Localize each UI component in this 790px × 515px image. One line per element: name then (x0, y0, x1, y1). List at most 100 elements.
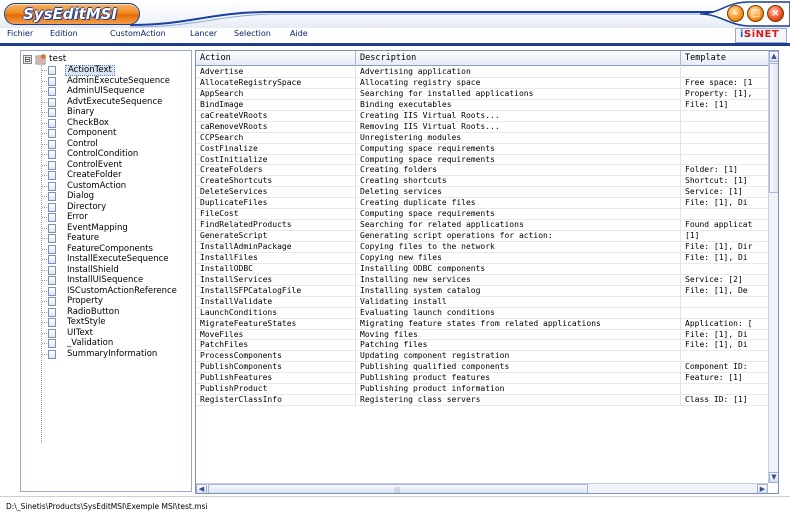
cell-template[interactable]: Free space: [1 (681, 78, 768, 89)
table-row[interactable]: BindImage Binding executables File: [1] (196, 99, 768, 111)
table-row[interactable]: ProcessComponents Updating component regi… (196, 351, 768, 363)
cell-action[interactable]: Advertise (196, 67, 356, 78)
tree-item[interactable]: RadioButton (21, 307, 191, 318)
menu-customaction[interactable]: CustomAction (110, 29, 166, 38)
column-header-description[interactable]: Description (356, 51, 681, 66)
cell-action[interactable]: GenerateScript (196, 231, 356, 242)
cell-description[interactable]: Creating shortcuts (356, 176, 681, 188)
cell-description[interactable]: Copying new files (356, 252, 681, 264)
cell-description[interactable]: Searching for installed applications (356, 88, 681, 100)
cell-template[interactable] (681, 133, 768, 144)
table-row[interactable]: CCPSearch Unregistering modules (196, 132, 768, 144)
tree-item[interactable]: ActionText (21, 65, 191, 76)
horizontal-scrollbar[interactable]: ◀ ||| ▶ (196, 483, 768, 493)
table-row[interactable]: CostInitialize Computing space requiremen… (196, 154, 768, 166)
cell-action[interactable]: InstallServices (196, 274, 356, 286)
cell-action[interactable]: InstallValidate (196, 296, 356, 308)
cell-template[interactable] (681, 264, 768, 275)
cell-template[interactable]: Service: [2] (681, 275, 768, 286)
cell-action[interactable]: PublishComponents (196, 362, 356, 374)
cell-description[interactable]: Creating folders (356, 165, 681, 177)
tree-item[interactable]: Feature (21, 233, 191, 244)
tree-item[interactable]: TextStyle (21, 317, 191, 328)
tree-item[interactable]: ISCustomActionReference (21, 286, 191, 297)
cell-template[interactable]: File: [1], Di (681, 198, 768, 209)
cell-action[interactable]: CCPSearch (196, 132, 356, 144)
cell-action[interactable]: FileCost (196, 209, 356, 221)
cell-action[interactable]: AppSearch (196, 88, 356, 100)
tree-item[interactable]: Error (21, 212, 191, 223)
tree-item[interactable]: CustomAction (21, 181, 191, 192)
cell-description[interactable]: Searching for related applications (356, 220, 681, 232)
table-row[interactable]: Advertise Advertising application (196, 67, 768, 78)
cell-action[interactable]: caCreateVRoots (196, 110, 356, 122)
cell-description[interactable]: Creating IIS Virtual Roots... (356, 110, 681, 122)
cell-description[interactable]: Evaluating launch conditions (356, 307, 681, 319)
table-row[interactable]: DeleteServices Deleting services Service: … (196, 187, 768, 199)
cell-description[interactable]: Computing space requirements (356, 209, 681, 221)
tree-item[interactable]: Binary (21, 107, 191, 118)
cell-description[interactable]: Moving files (356, 329, 681, 341)
cell-action[interactable]: MigrateFeatureStates (196, 318, 356, 330)
cell-action[interactable]: PublishFeatures (196, 373, 356, 385)
table-row[interactable]: GenerateScript Generating script operatio… (196, 231, 768, 242)
cell-template[interactable]: Folder: [1] (681, 165, 768, 176)
tree-item[interactable]: Directory (21, 202, 191, 213)
cell-template[interactable]: Application: [ (681, 319, 768, 330)
cell-action[interactable]: InstallODBC (196, 263, 356, 275)
cell-description[interactable]: Patching files (356, 340, 681, 352)
table-row[interactable]: PublishComponents Publishing qualified co… (196, 362, 768, 374)
cell-description[interactable]: Allocating registry space (356, 77, 681, 89)
menu-aide[interactable]: Aide (290, 29, 308, 38)
table-row[interactable]: InstallAdminPackage Copying files to the … (196, 242, 768, 253)
cell-template[interactable]: File: [1], Di (681, 253, 768, 264)
cell-action[interactable]: DeleteServices (196, 187, 356, 199)
table-row[interactable]: DuplicateFiles Creating duplicate files Fi… (196, 198, 768, 210)
cell-description[interactable]: Publishing product features (356, 373, 681, 385)
tree-item[interactable]: AdminExecuteSequence (21, 76, 191, 87)
cell-description[interactable]: Unregistering modules (356, 132, 681, 144)
cell-action[interactable]: InstallAdminPackage (196, 242, 356, 253)
table-row[interactable]: caRemoveVRoots Removing IIS Virtual Roots… (196, 121, 768, 133)
cell-template[interactable]: Component ID: (681, 362, 768, 373)
cell-action[interactable]: BindImage (196, 99, 356, 111)
tree-item[interactable]: Control (21, 139, 191, 150)
cell-description[interactable]: Installing ODBC components (356, 263, 681, 275)
cell-template[interactable]: Class ID: [1] (681, 395, 768, 406)
table-row[interactable]: AllocateRegistrySpace Allocating registry… (196, 77, 768, 89)
cell-template[interactable] (681, 144, 768, 155)
cell-description[interactable]: Installing new services (356, 274, 681, 286)
cell-description[interactable]: Advertising application (356, 67, 681, 78)
table-row[interactable]: MigrateFeatureStates Migrating feature st… (196, 318, 768, 330)
cell-template[interactable] (681, 308, 768, 319)
horizontal-scroll-thumb[interactable]: ||| (208, 484, 588, 493)
close-button[interactable]: × (767, 5, 784, 22)
cell-description[interactable]: Deleting services (356, 187, 681, 199)
cell-action[interactable]: AllocateRegistrySpace (196, 77, 356, 89)
cell-template[interactable]: File: [1], Dir (681, 242, 768, 253)
tree-item[interactable]: FeatureComponents (21, 244, 191, 255)
table-row[interactable]: InstallServices Installing new services Se… (196, 274, 768, 286)
cell-action[interactable]: ProcessComponents (196, 351, 356, 363)
cell-action[interactable]: CostFinalize (196, 143, 356, 155)
cell-template[interactable]: Property: [1], (681, 89, 768, 100)
cell-action[interactable]: LaunchConditions (196, 307, 356, 319)
tree-item[interactable]: Dialog (21, 191, 191, 202)
cell-action[interactable]: CreateFolders (196, 165, 356, 177)
tree-item[interactable]: EventMapping (21, 223, 191, 234)
column-header-template[interactable]: Template (681, 51, 778, 66)
cell-description[interactable]: Validating install (356, 296, 681, 308)
table-row[interactable]: CreateFolders Creating folders Folder: [1] (196, 165, 768, 177)
cell-description[interactable]: Creating duplicate files (356, 198, 681, 210)
column-header-action[interactable]: Action (196, 51, 356, 66)
cell-template[interactable] (681, 351, 768, 362)
table-row[interactable]: CreateShortcuts Creating shortcuts Shortcu… (196, 176, 768, 188)
tree-item[interactable]: ControlEvent (21, 160, 191, 171)
cell-description[interactable]: Publishing product information (356, 384, 681, 396)
cell-template[interactable]: Service: [1] (681, 187, 768, 198)
cell-description[interactable]: Computing space requirements (356, 154, 681, 166)
tree-item[interactable]: CreateFolder (21, 170, 191, 181)
tree-item[interactable]: _Validation (21, 338, 191, 349)
cell-description[interactable]: Installing system catalog (356, 285, 681, 297)
maximize-button[interactable]: □ (747, 5, 764, 22)
